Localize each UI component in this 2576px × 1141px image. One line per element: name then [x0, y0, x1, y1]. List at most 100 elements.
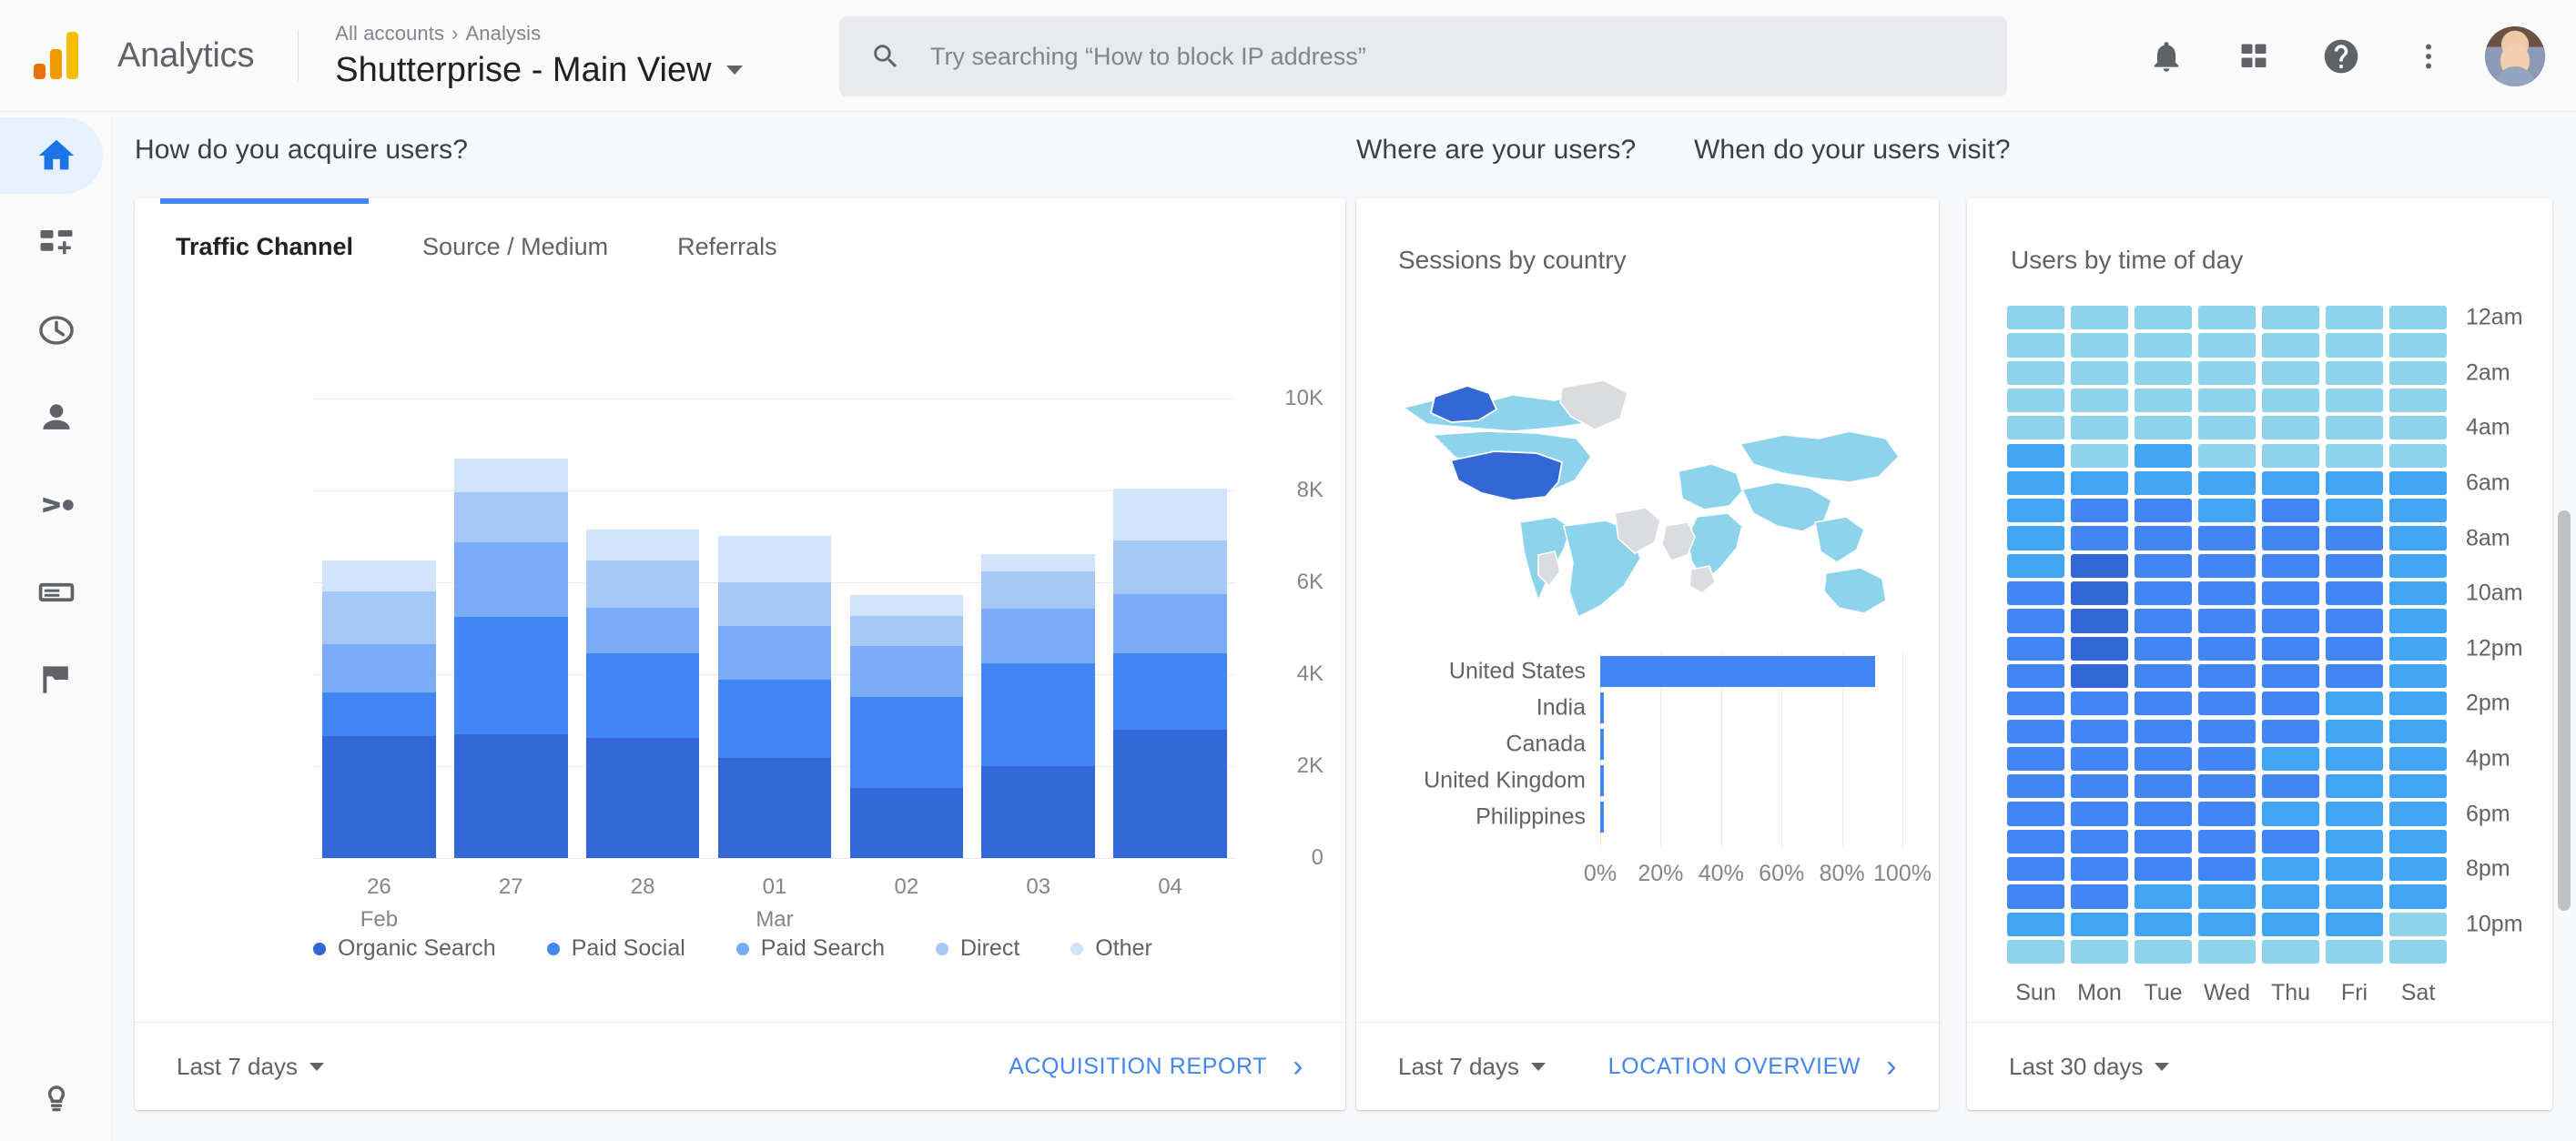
heatmap-cell[interactable]	[2389, 581, 2447, 606]
heatmap-cell[interactable]	[2135, 581, 2192, 606]
heatmap-cell[interactable]	[2071, 499, 2128, 523]
heatmap-cell[interactable]	[2389, 416, 2447, 440]
heatmap-cell[interactable]	[2071, 609, 2128, 633]
more-options-button[interactable]	[2385, 13, 2472, 100]
heatmap-cell[interactable]	[2262, 581, 2319, 606]
heatmap-cell[interactable]	[2007, 553, 2064, 578]
heatmap-cell[interactable]	[2135, 746, 2192, 772]
legend-item[interactable]: Organic Search	[313, 935, 496, 962]
heatmap-cell[interactable]	[2262, 499, 2319, 523]
heatmap-cell[interactable]	[2198, 692, 2256, 716]
heatmap-cell[interactable]	[2262, 692, 2319, 716]
heatmap-cell[interactable]	[2198, 499, 2256, 523]
heatmap-cell[interactable]	[2262, 360, 2319, 385]
country-bar[interactable]	[1600, 656, 1876, 687]
sidebar-item-conversions[interactable]	[0, 636, 112, 723]
heatmap-cell[interactable]	[2007, 884, 2064, 909]
heatmap-cell[interactable]	[2198, 526, 2256, 550]
search-input[interactable]	[930, 42, 1932, 71]
heatmap-cell[interactable]	[2071, 663, 2128, 689]
view-name[interactable]: Shutterprise - Main View	[335, 51, 743, 90]
avatar[interactable]	[2485, 25, 2545, 86]
heatmap-cell[interactable]	[2071, 802, 2128, 826]
heatmap-cell[interactable]	[2071, 829, 2128, 853]
heatmap-cell[interactable]	[2135, 884, 2192, 909]
heatmap-cell[interactable]	[2326, 719, 2383, 743]
heatmap-cell[interactable]	[2198, 912, 2256, 936]
legend-item[interactable]: Paid Social	[546, 935, 685, 962]
help-button[interactable]	[2297, 13, 2385, 100]
heatmap-cell[interactable]	[2135, 636, 2192, 661]
heatmap-cell[interactable]	[2262, 526, 2319, 550]
heatmap-cell[interactable]	[2007, 857, 2064, 882]
heatmap-cell[interactable]	[2262, 609, 2319, 633]
heatmap-cell[interactable]	[2071, 360, 2128, 385]
page-scrollbar-thumb[interactable]	[2558, 510, 2571, 911]
heatmap-cell[interactable]	[2007, 746, 2064, 772]
heatmap-cell[interactable]	[2135, 499, 2192, 523]
sidebar-item-discover[interactable]	[0, 1077, 112, 1117]
bar-column[interactable]	[585, 530, 700, 858]
acquisition-date-range-dropdown[interactable]: Last 7 days	[177, 1053, 324, 1081]
heatmap-cell[interactable]	[2389, 692, 2447, 716]
heatmap-cell[interactable]	[2326, 857, 2383, 882]
heatmap-cell[interactable]	[2007, 829, 2064, 853]
heatmap-cell[interactable]	[2071, 470, 2128, 496]
heatmap-cell[interactable]	[2389, 388, 2447, 413]
heatmap-cell[interactable]	[2326, 388, 2383, 413]
heatmap-cell[interactable]	[2262, 802, 2319, 826]
tab-referrals[interactable]: Referrals	[677, 198, 777, 295]
heatmap-cell[interactable]	[2071, 692, 2128, 716]
time-date-range-dropdown[interactable]: Last 30 days	[2009, 1053, 2170, 1081]
heatmap-cell[interactable]	[2135, 912, 2192, 936]
heatmap-cell[interactable]	[2389, 829, 2447, 853]
heatmap-cell[interactable]	[2326, 306, 2383, 330]
heatmap-cell[interactable]	[2326, 829, 2383, 853]
heatmap-cell[interactable]	[2071, 416, 2128, 440]
heatmap-cell[interactable]	[2198, 388, 2256, 413]
heatmap-cell[interactable]	[2198, 663, 2256, 689]
bar-column[interactable]	[717, 536, 832, 858]
heatmap-cell[interactable]	[2262, 939, 2319, 964]
heatmap-cell[interactable]	[2135, 692, 2192, 716]
heatmap-cell[interactable]	[2198, 333, 2256, 358]
heatmap-cell[interactable]	[2389, 499, 2447, 523]
heatmap-cell[interactable]	[2262, 912, 2319, 936]
heatmap-cell[interactable]	[2389, 553, 2447, 578]
heatmap-cell[interactable]	[2326, 636, 2383, 661]
heatmap-cell[interactable]	[2007, 443, 2064, 468]
heatmap-cell[interactable]	[2389, 774, 2447, 799]
heatmap-cell[interactable]	[2198, 719, 2256, 743]
heatmap-cell[interactable]	[2135, 388, 2192, 413]
heatmap-cell[interactable]	[2262, 306, 2319, 330]
heatmap-cell[interactable]	[2326, 884, 2383, 909]
heatmap-cell[interactable]	[2389, 719, 2447, 743]
heatmap-cell[interactable]	[2262, 416, 2319, 440]
heatmap-cell[interactable]	[2135, 609, 2192, 633]
heatmap-cell[interactable]	[2198, 857, 2256, 882]
heatmap-cell[interactable]	[2389, 939, 2447, 964]
heatmap-cell[interactable]	[2389, 333, 2447, 358]
heatmap-cell[interactable]	[2135, 857, 2192, 882]
heatmap-cell[interactable]	[2007, 470, 2064, 496]
heatmap-cell[interactable]	[2135, 526, 2192, 550]
heatmap-cell[interactable]	[2198, 581, 2256, 606]
heatmap-cell[interactable]	[2007, 663, 2064, 689]
legend-item[interactable]: Direct	[935, 935, 1019, 962]
heatmap-cell[interactable]	[2135, 360, 2192, 385]
heatmap-cell[interactable]	[2326, 774, 2383, 799]
heatmap-cell[interactable]	[2071, 526, 2128, 550]
country-bar[interactable]	[1600, 765, 1604, 796]
heatmap-cell[interactable]	[2326, 802, 2383, 826]
heatmap-cell[interactable]	[2071, 636, 2128, 661]
tab-source-medium[interactable]: Source / Medium	[422, 198, 608, 295]
heatmap-cell[interactable]	[2326, 553, 2383, 578]
heatmap-cell[interactable]	[2198, 746, 2256, 772]
acquisition-report-link[interactable]: ACQUISITION REPORT ›	[1009, 1051, 1303, 1082]
heatmap-cell[interactable]	[2389, 884, 2447, 909]
bar-column[interactable]	[453, 458, 568, 858]
breadcrumb-root[interactable]: All accounts	[335, 22, 444, 45]
heatmap-cell[interactable]	[2007, 499, 2064, 523]
heatmap-cell[interactable]	[2262, 443, 2319, 468]
heatmap-cell[interactable]	[2389, 609, 2447, 633]
